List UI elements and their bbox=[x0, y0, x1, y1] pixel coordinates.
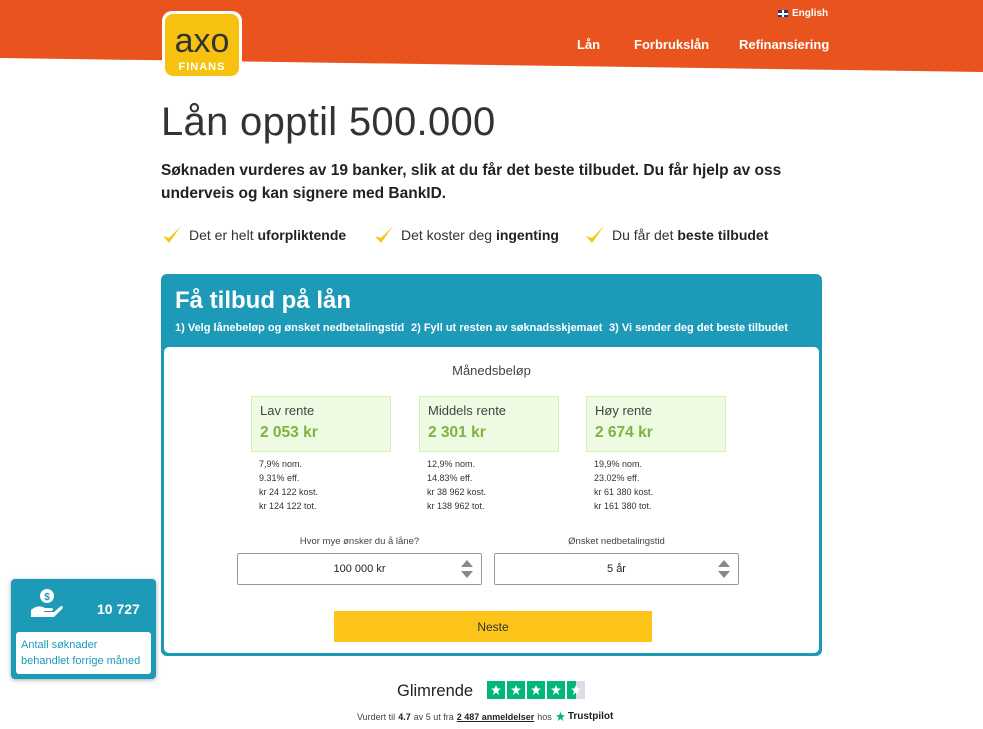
next-button[interactable]: Neste bbox=[334, 611, 652, 642]
language-switch[interactable]: English bbox=[778, 8, 828, 19]
loan-amount-select[interactable]: 100 000 kr bbox=[237, 553, 482, 585]
nav-refinansiering[interactable]: Refinansiering bbox=[739, 37, 829, 52]
language-label: English bbox=[792, 8, 829, 19]
up-down-arrows-icon bbox=[461, 560, 473, 578]
counter-number: 10 727 bbox=[97, 601, 140, 617]
header-bar bbox=[0, 0, 983, 78]
star-icon bbox=[527, 681, 545, 699]
form-panel: Månedsbeløp Lav rente 2 053 kr 7,9% nom.… bbox=[164, 347, 819, 653]
monthly-amount-label: Månedsbeløp bbox=[452, 363, 531, 378]
term-label: Ønsket nedbetalingstid bbox=[568, 536, 665, 547]
usp-item: Du får det beste tilbudet bbox=[584, 224, 768, 246]
form-title: Få tilbud på lån bbox=[175, 287, 352, 314]
rate-amount: 2 053 kr bbox=[260, 424, 318, 441]
step-2: 2) Fyll ut resten av søknadsskjemaet bbox=[411, 322, 603, 334]
svg-text:FINANS: FINANS bbox=[179, 61, 226, 73]
amount-label: Hvor mye ønsker du å låne? bbox=[299, 536, 420, 547]
rate-amount: 2 674 kr bbox=[595, 424, 653, 441]
loan-form: Få tilbud på lån 1) Velg lånebeløp og øn… bbox=[161, 274, 822, 656]
hero-subtitle: Søknaden vurderes av 19 banker, slik at … bbox=[161, 162, 782, 202]
rate-details-high: 19,9% nom. 23.02% eff. kr 61 380 kost. k… bbox=[594, 459, 654, 511]
half-star-icon bbox=[567, 681, 585, 699]
trustpilot-stars bbox=[487, 681, 585, 699]
rate-amount: 2 301 kr bbox=[428, 424, 486, 441]
axo-finans-logo[interactable]: axo FINANS bbox=[161, 10, 243, 82]
svg-text:axo: axo bbox=[175, 22, 230, 60]
rate-details-medium: 12,9% nom. 14.83% eff. kr 38 962 kost. k… bbox=[427, 459, 487, 511]
step-1: 1) Velg lånebeløp og ønsket nedbetalings… bbox=[175, 322, 405, 334]
trustpilot-logo[interactable]: Trustpilot bbox=[555, 711, 613, 722]
up-down-arrows-icon bbox=[718, 560, 730, 578]
rate-details-low: 7,9% nom. 9.31% eff. kr 24 122 kost. kr … bbox=[259, 459, 319, 511]
repayment-term-value: 5 år bbox=[607, 563, 626, 575]
rate-card-medium: Middels rente 2 301 kr bbox=[419, 396, 559, 452]
usp-item: Det er helt uforpliktende bbox=[161, 224, 346, 246]
page-title: Lån opptil 500.000 bbox=[161, 100, 496, 144]
nav-lan[interactable]: Lån bbox=[577, 37, 600, 52]
rate-name: Lav rente bbox=[260, 403, 315, 418]
rate-card-low: Lav rente 2 053 kr bbox=[251, 396, 391, 452]
star-icon bbox=[507, 681, 525, 699]
trustpilot-summary: Vurdert til 4.7 av 5 ut fra 2 487 anmeld… bbox=[357, 711, 614, 722]
star-icon bbox=[547, 681, 565, 699]
applications-counter[interactable]: $ 10 727 Antall søknader behandlet forri… bbox=[11, 579, 156, 679]
checkmark-icon bbox=[375, 226, 393, 243]
money-hand-icon: $ bbox=[31, 589, 63, 617]
uk-flag-icon bbox=[778, 10, 788, 17]
step-3: 3) Vi sender deg det beste tilbudet bbox=[609, 322, 788, 334]
repayment-term-select[interactable]: 5 år bbox=[494, 553, 739, 585]
star-icon bbox=[487, 681, 505, 699]
loan-amount-value: 100 000 kr bbox=[333, 563, 386, 575]
svg-text:$: $ bbox=[44, 592, 50, 603]
counter-label: Antall søknader behandlet forrige måned bbox=[16, 632, 151, 674]
checkmark-icon bbox=[586, 226, 604, 243]
nav-forbrukslan[interactable]: Forbrukslån bbox=[634, 37, 709, 52]
reviews-link[interactable]: 2 487 anmeldelser bbox=[457, 712, 535, 722]
trustpilot-star-icon bbox=[555, 711, 565, 722]
rate-name: Høy rente bbox=[595, 403, 653, 418]
usp-item: Det koster deg ingenting bbox=[373, 224, 559, 246]
rate-name: Middels rente bbox=[428, 403, 507, 418]
trustpilot-rating-word: Glimrende bbox=[397, 682, 474, 700]
checkmark-icon bbox=[163, 226, 181, 243]
rate-card-high: Høy rente 2 674 kr bbox=[586, 396, 726, 452]
